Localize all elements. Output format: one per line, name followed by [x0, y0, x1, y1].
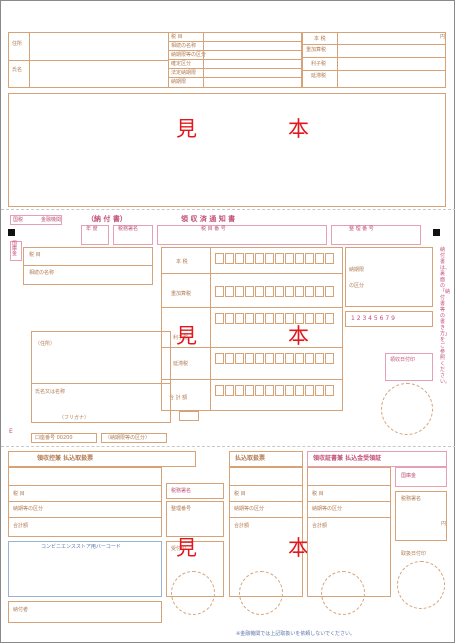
- interest-digits[interactable]: [215, 353, 335, 364]
- account-number: 口座番号 00200: [35, 435, 73, 441]
- tax-item-number-head: 税 目 番 号: [201, 226, 226, 232]
- main-tax-item-label: 税 目: [29, 252, 41, 258]
- transfer-category-label: 納期等の区分: [234, 506, 265, 512]
- receipt-title: 領収証書兼 払込金受領証: [313, 455, 382, 462]
- payer-name-label: 氏名又は名称: [35, 389, 66, 395]
- transfer-total-label: 合計額: [234, 523, 250, 529]
- heavy-additional-tax-label: 重加算税: [306, 47, 327, 53]
- deadline-box: [345, 247, 433, 307]
- receipt-tax-label: 税 目: [312, 491, 324, 497]
- yen-unit: 円: [440, 34, 446, 40]
- copy-ref-label: 整理番号: [171, 506, 192, 512]
- form-title-receipt: 領 収 済 通 知 書: [181, 215, 236, 223]
- extra-digits[interactable]: [215, 313, 335, 324]
- tax-badge-label: 国税: [13, 217, 24, 223]
- transfer-title: 払込取扱票: [235, 455, 266, 462]
- copy-total-label: 合計額: [13, 523, 29, 529]
- transfer-tax-label: 税 目: [234, 491, 246, 497]
- copy-payer-box: [8, 601, 162, 623]
- brand-mark: E: [9, 428, 13, 435]
- receipt-kokko-label: 国庫金: [401, 473, 417, 479]
- copy-tax-office-label: 税務署名: [171, 488, 192, 494]
- category-digits: 1 2 3 4 5 6 7 9: [351, 315, 395, 322]
- tax-item-number-box: [157, 225, 327, 245]
- side-note: 納付書は、裏面の「納付書等の書き方」をご参照ください。: [440, 247, 451, 385]
- row-heavy-tax: 重加算税: [171, 291, 192, 297]
- footer-note: ※金融機関では上記取扱いを依頼しないでください。: [236, 631, 356, 637]
- receipt-stamp-circle: [381, 383, 433, 435]
- deadline-main-label: 納期限: [349, 267, 365, 273]
- furigana-label: （フリガナ）: [59, 415, 90, 421]
- total-digits[interactable]: [215, 385, 335, 396]
- registration-mark-left: [8, 229, 15, 236]
- transfer-stamp-circle: [239, 571, 283, 615]
- receipt-office-label: 税務署名: [401, 496, 422, 502]
- receipt-total-label: 合計額: [312, 523, 328, 529]
- main-inheritance-label: 相続の名称: [29, 270, 55, 276]
- notes-box: [8, 93, 446, 207]
- copy-payer-label: 納付者: [13, 607, 29, 613]
- row-total: 合 計 額: [169, 395, 188, 401]
- watermark-mi: 見: [176, 117, 197, 141]
- receipt-stamp-label: 領収日付印: [390, 357, 416, 363]
- principal-digits[interactable]: [215, 253, 335, 264]
- watermark-hon-2: 本: [288, 324, 309, 348]
- receipt-yen: 円: [441, 521, 447, 527]
- payment-category-label: 納期限等の区分: [171, 52, 207, 58]
- row-principal-tax: 本 税: [176, 259, 188, 265]
- watermark-hon: 本: [288, 117, 309, 141]
- watermark-mi-2: 見: [176, 324, 197, 348]
- delinquency-tax-label: 延滞税: [311, 73, 327, 79]
- row-delinquency-tax: 延滞税: [173, 361, 189, 367]
- left-info-box: [23, 247, 153, 285]
- copy-title: 領収控兼 払込取扱票: [37, 455, 94, 462]
- name-label: 氏名: [12, 67, 23, 73]
- tax-office-head: 税務署名: [118, 226, 139, 232]
- receipt-stamp-circle-right: [397, 561, 445, 609]
- reference-number-head: 整 理 番 号: [349, 226, 374, 232]
- address-field-label: （住所）: [35, 341, 56, 347]
- watermark-mi-3: 見: [176, 536, 197, 560]
- interest-tax-label: 利子税: [311, 61, 327, 67]
- heavy-tax-digits[interactable]: [215, 286, 335, 297]
- deadline-label: 納期限: [171, 79, 187, 85]
- year-head: 年 度: [86, 226, 98, 232]
- inheritance-name-label: 相続の名称: [171, 43, 197, 49]
- registration-mark-right: [433, 229, 440, 236]
- watermark-hon-3: 本: [288, 536, 309, 560]
- principal-tax-label: 本 税: [314, 36, 326, 42]
- receipt-category-label: 納期等の区分: [312, 506, 343, 512]
- deadline-category-label: （納期限等の区分）: [105, 435, 151, 441]
- national-treasury-label: 国庫金: [12, 241, 18, 257]
- barcode-label: コンビニエンスストア用バーコード: [41, 544, 121, 550]
- copy-stamp-circle: [171, 571, 215, 615]
- bank-note: 金融機関: [41, 217, 62, 223]
- reference-number-box: [331, 225, 421, 245]
- finalization-label: 確定区分: [171, 61, 192, 67]
- address-label: 住所: [12, 41, 23, 47]
- tax-item-label: 税 目: [171, 34, 183, 40]
- category-main-label: の区分: [349, 283, 365, 289]
- seal-box: [179, 411, 199, 421]
- form-title-payment: （納 付 書）: [87, 215, 127, 223]
- receipt-seal-label: 取扱日付印: [401, 551, 427, 557]
- statutory-deadline-label: 法定納期限: [171, 70, 197, 76]
- copy-tax-label: 税 目: [13, 491, 25, 497]
- copy-main: [8, 467, 162, 537]
- tax-payment-form: 住所 氏名 税 目 相続の名称 納期限等の区分 確定区分 法定納期限 納期限 本…: [0, 0, 455, 643]
- receipt-stamp-circle-left: [321, 571, 365, 615]
- copy-category-label: 納期等の区分: [13, 506, 44, 512]
